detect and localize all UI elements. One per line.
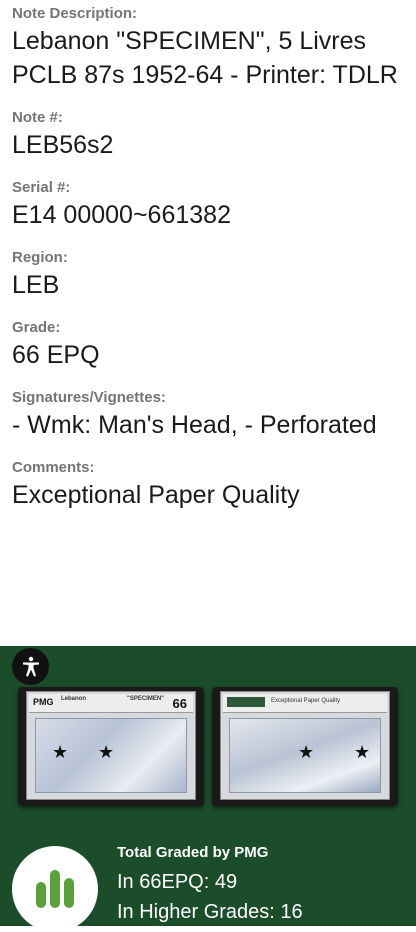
stats-higher-grades: In Higher Grades: 16	[117, 901, 303, 923]
field-value: - Wmk: Man's Head, - Perforated	[12, 411, 377, 439]
grading-stats: Total Graded by PMG In 66EPQ: 49 In High…	[117, 844, 303, 927]
bar-chart-icon	[36, 870, 74, 908]
perforation-star: ★	[98, 742, 115, 762]
field-note-number: Note #: LEB56s2	[12, 110, 404, 162]
field-value: Lebanon "SPECIMEN", 5 Livres PCLB 87s 19…	[12, 27, 398, 89]
field-label: Signatures/Vignettes:	[12, 389, 166, 406]
label-title: Exceptional Paper Quality	[271, 698, 341, 704]
holder-slab: PMG Lebanon "SPECIMEN" 66 ★ ★	[26, 691, 196, 800]
label-title: Lebanon	[61, 696, 86, 702]
label-grade: 66	[172, 696, 187, 711]
field-label: Grade:	[12, 319, 61, 336]
holder-label: PMG Lebanon "SPECIMEN" 66	[29, 694, 193, 713]
field-signatures: Signatures/Vignettes: - Wmk: Man's Head,…	[12, 390, 404, 442]
perforation-star: ★	[354, 742, 371, 762]
field-label: Region:	[12, 249, 68, 266]
field-value: 66 EPQ	[12, 341, 100, 369]
perforation-star: ★	[298, 742, 315, 762]
note-back-image[interactable]: Exceptional Paper Quality ★ ★	[212, 687, 398, 806]
field-label: Note Description:	[12, 5, 138, 22]
field-label: Comments:	[12, 459, 95, 476]
holder-slab: Exceptional Paper Quality ★ ★	[220, 691, 390, 800]
field-value: Exceptional Paper Quality	[12, 481, 300, 509]
stats-title: Total Graded by PMG	[117, 844, 269, 861]
label-specimen: "SPECIMEN"	[127, 696, 165, 702]
chart-badge	[12, 846, 98, 932]
holder-label: Exceptional Paper Quality	[223, 694, 387, 713]
perforation-star: ★	[52, 742, 69, 762]
field-serial: Serial #: E14 00000~661382	[12, 180, 404, 232]
field-label: Serial #:	[12, 179, 71, 196]
field-label: Note #:	[12, 109, 63, 126]
banknote-back: ★ ★	[229, 718, 381, 793]
pmg-logo: PMG	[33, 697, 54, 707]
note-front-image[interactable]: PMG Lebanon "SPECIMEN" 66 ★ ★	[18, 687, 204, 806]
hologram	[227, 697, 265, 707]
field-grade: Grade: 66 EPQ	[12, 320, 404, 372]
field-note-description: Note Description: Lebanon "SPECIMEN", 5 …	[12, 6, 404, 92]
note-details: Note Description: Lebanon "SPECIMEN", 5 …	[0, 0, 416, 512]
field-region: Region: LEB	[12, 250, 404, 302]
accessibility-button[interactable]	[12, 648, 49, 685]
banknote-front: ★ ★	[35, 718, 187, 793]
stats-in-grade: In 66EPQ: 49	[117, 871, 238, 893]
field-value: LEB	[12, 271, 60, 299]
field-value: LEB56s2	[12, 131, 114, 159]
field-value: E14 00000~661382	[12, 201, 231, 229]
field-comments: Comments: Exceptional Paper Quality	[12, 460, 404, 512]
accessibility-icon	[22, 656, 39, 676]
